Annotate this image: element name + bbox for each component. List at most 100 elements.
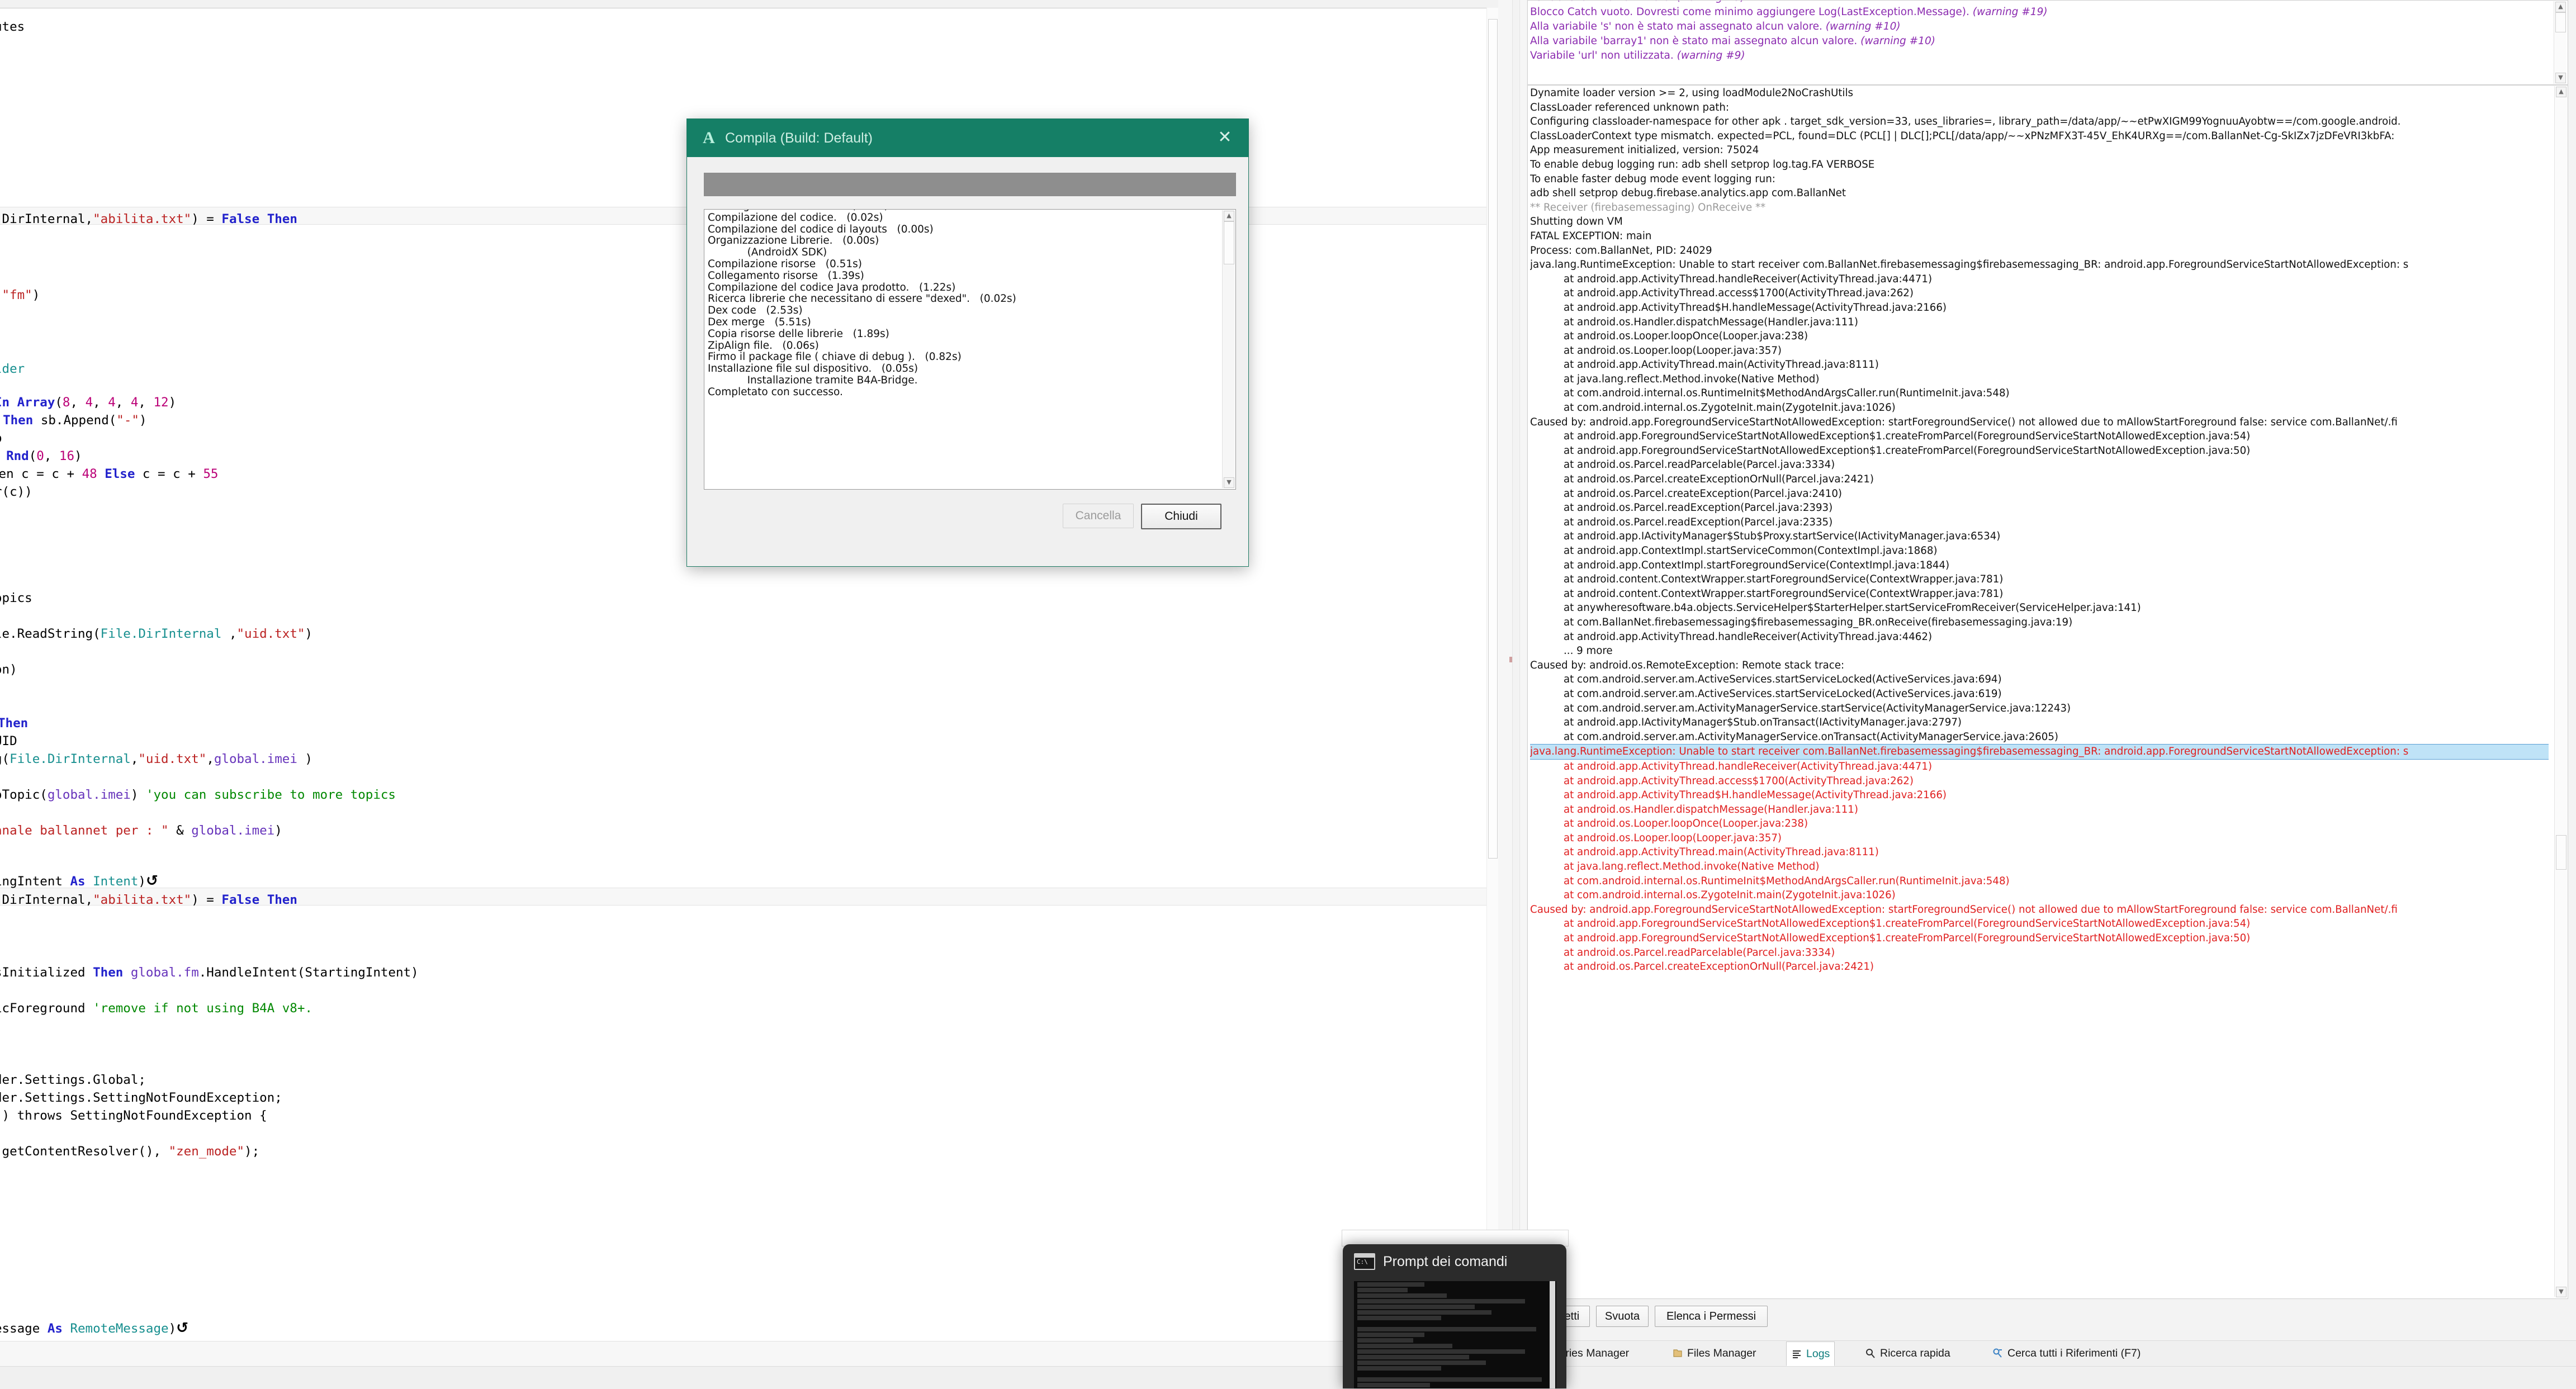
log-row[interactable]: FATAL EXCEPTION: main — [1530, 229, 2549, 244]
log-row[interactable]: at android.app.ActivityThread.main(Activ… — [1530, 358, 2549, 372]
warnings-list[interactable]: Variabile 'url' non utilizzata. (warning… — [1530, 0, 2542, 63]
log-row[interactable]: Caused by: android.app.ForegroundService… — [1530, 415, 2549, 430]
log-row[interactable]: at android.os.Looper.loopOnce(Looper.jav… — [1530, 817, 2549, 831]
list-permissions-button[interactable]: Elenca i Permessi — [1655, 1306, 1768, 1327]
log-row[interactable]: java.lang.RuntimeException: Unable to st… — [1530, 258, 2549, 272]
log-row[interactable]: at android.app.IActivityManager$Stub$Pro… — [1530, 529, 2549, 544]
log-row[interactable]: Configuring classloader-namespace for ot… — [1530, 115, 2549, 129]
log-row[interactable]: Dynamite loader version >= 2, using load… — [1530, 86, 2549, 101]
log-row[interactable]: at android.app.IActivityManager$Stub.onT… — [1530, 715, 2549, 730]
log-row[interactable]: App measurement initialized, version: 75… — [1530, 143, 2549, 158]
log-row[interactable]: at android.app.ForegroundServiceStartNot… — [1530, 917, 2549, 931]
log-row[interactable]: at android.os.Parcel.readException(Parce… — [1530, 501, 2549, 515]
tab-quick-search[interactable]: Ricerca rapida — [1860, 1341, 1955, 1365]
warning-row[interactable]: Blocco Catch vuoto. Dovresti come minimo… — [1530, 5, 2542, 20]
log-row[interactable]: at android.os.Parcel.readException(Parce… — [1530, 515, 2549, 530]
warnings-panel[interactable]: Variabile 'url' non utilizzata. (warning… — [1527, 0, 2568, 85]
log-row[interactable]: at com.android.server.am.ActiveServices.… — [1530, 687, 2549, 701]
log-row[interactable]: ** Receiver (firebasemessaging) OnReceiv… — [1530, 201, 2549, 215]
log-row[interactable]: Shutting down VM — [1530, 215, 2549, 229]
logs-list[interactable]: Dynamite loader version >= 2, using load… — [1530, 86, 2549, 974]
log-row[interactable]: To enable faster debug mode event loggin… — [1530, 172, 2549, 187]
log-row[interactable]: at android.app.ForegroundServiceStartNot… — [1530, 931, 2549, 946]
scrollbar-thumb[interactable] — [2556, 835, 2566, 870]
log-row[interactable]: Process: com.BallanNet, PID: 24029 — [1530, 244, 2549, 258]
log-row[interactable]: To enable debug logging run: adb shell s… — [1530, 158, 2549, 172]
log-row[interactable]: Caused by: android.os.RemoteException: R… — [1530, 658, 2549, 673]
log-row[interactable]: at com.BallanNet.firebasemessaging$fireb… — [1530, 615, 2549, 630]
log-row[interactable]: at android.content.ContextWrapper.startF… — [1530, 572, 2549, 587]
tab-files-manager[interactable]: Files Manager — [1668, 1341, 1761, 1365]
warning-row[interactable]: Alla variabile 'barray1' non è stato mai… — [1530, 34, 2542, 49]
scroll-down-arrow[interactable]: ▼ — [2556, 1287, 2566, 1297]
vertical-splitter[interactable] — [1512, 0, 1520, 1388]
compile-dialog[interactable]: A Compila (Build: Default) ✕ Building fo… — [686, 118, 1249, 567]
close-icon[interactable]: ✕ — [1214, 128, 1236, 148]
log-row[interactable]: at android.os.Handler.dispatchMessage(Ha… — [1530, 803, 2549, 817]
log-row[interactable]: ClassLoader referenced unknown path: — [1530, 101, 2549, 115]
log-row[interactable]: at com.android.server.am.ActiveServices.… — [1530, 672, 2549, 687]
log-row[interactable]: ... 9 more — [1530, 644, 2549, 658]
scroll-up-arrow[interactable]: ▲ — [1224, 211, 1234, 221]
compile-log-box[interactable]: Building folders structure. (0.06s)Compi… — [704, 209, 1236, 490]
log-row[interactable]: at anywheresoftware.b4a.objects.ServiceH… — [1530, 601, 2549, 615]
scroll-up-arrow[interactable]: ▲ — [2555, 2, 2566, 12]
log-row[interactable]: at android.os.Parcel.createException(Par… — [1530, 487, 2549, 501]
log-row[interactable]: at com.android.internal.os.RuntimeInit$M… — [1530, 386, 2549, 401]
warning-row[interactable]: Variabile 'url' non utilizzata. (warning… — [1530, 49, 2542, 63]
tab-logs[interactable]: Logs — [1786, 1341, 1835, 1366]
log-row-selected[interactable]: java.lang.RuntimeException: Unable to st… — [1530, 744, 2549, 760]
logs-scrollbar[interactable]: ▲ ▼ — [2554, 86, 2567, 1297]
log-row[interactable]: at android.app.ContextImpl.startForegrou… — [1530, 558, 2549, 573]
log-row[interactable]: at android.os.Looper.loop(Looper.java:35… — [1530, 831, 2549, 846]
log-row[interactable]: at android.os.Parcel.readParcelable(Parc… — [1530, 946, 2549, 960]
log-row[interactable]: at android.os.Handler.dispatchMessage(Ha… — [1530, 315, 2549, 330]
dialog-title-bar[interactable]: A Compila (Build: Default) ✕ — [687, 119, 1248, 157]
log-row[interactable]: at com.android.server.am.ActivityManager… — [1530, 701, 2549, 716]
log-row[interactable]: at android.os.Parcel.createExceptionOrNu… — [1530, 960, 2549, 974]
log-row[interactable]: at java.lang.reflect.Method.invoke(Nativ… — [1530, 860, 2549, 874]
log-row[interactable]: at android.app.ActivityThread.handleRece… — [1530, 630, 2549, 644]
log-row[interactable]: at com.android.internal.os.RuntimeInit$M… — [1530, 874, 2549, 889]
log-row[interactable]: adb shell setprop debug.firebase.analyti… — [1530, 186, 2549, 201]
log-row[interactable]: at android.app.ActivityThread.handleRece… — [1530, 272, 2549, 287]
log-row[interactable]: at com.android.internal.os.ZygoteInit.ma… — [1530, 888, 2549, 903]
clear-button[interactable]: Svuota — [1596, 1306, 1649, 1327]
log-row[interactable]: at android.os.Looper.loop(Looper.java:35… — [1530, 344, 2549, 358]
log-row[interactable]: at com.android.server.am.ActivityManager… — [1530, 730, 2549, 745]
logs-panel[interactable]: Dynamite loader version >= 2, using load… — [1527, 85, 2568, 1299]
warning-row[interactable]: Variabile 'url' non utilizzata. (warning… — [1530, 0, 2542, 5]
log-row[interactable]: at java.lang.reflect.Method.invoke(Nativ… — [1530, 372, 2549, 387]
log-row[interactable]: at android.content.ContextWrapper.startF… — [1530, 587, 2549, 601]
warnings-scrollbar[interactable]: ▲ ▼ — [2554, 1, 2566, 84]
cancel-button[interactable]: Cancella — [1063, 504, 1134, 528]
log-row[interactable]: at android.app.ForegroundServiceStartNot… — [1530, 429, 2549, 444]
log-row[interactable]: at android.app.ActivityThread$H.handleMe… — [1530, 788, 2549, 803]
code-line: Then — [0, 714, 28, 732]
log-row[interactable]: at android.app.ActivityThread.access$170… — [1530, 774, 2549, 789]
log-row[interactable]: Caused by: android.app.ForegroundService… — [1530, 903, 2549, 917]
scroll-down-arrow[interactable]: ▼ — [2555, 73, 2566, 83]
log-row[interactable]: at android.app.ActivityThread$H.handleMe… — [1530, 301, 2549, 315]
tab-find-all-references[interactable]: Cerca tutti i Riferimenti (F7) — [1988, 1341, 2145, 1365]
scroll-down-arrow[interactable]: ▼ — [1224, 477, 1234, 488]
log-row[interactable]: at com.android.internal.os.ZygoteInit.ma… — [1530, 401, 2549, 415]
log-row[interactable]: ClassLoaderContext type mismatch. expect… — [1530, 129, 2549, 144]
log-row[interactable]: at android.os.Looper.loopOnce(Looper.jav… — [1530, 329, 2549, 344]
scrollbar-thumb[interactable] — [2555, 12, 2566, 32]
log-row[interactable]: at android.app.ActivityThread.main(Activ… — [1530, 845, 2549, 860]
close-button[interactable]: Chiudi — [1141, 504, 1221, 529]
log-row[interactable]: at android.app.ForegroundServiceStartNot… — [1530, 444, 2549, 458]
taskbar-thumbnail-preview[interactable]: C:\ Prompt dei comandi — [1343, 1244, 1566, 1388]
log-row[interactable]: at android.app.ActivityThread.access$170… — [1530, 286, 2549, 301]
compile-log-scrollbar[interactable]: ▲ ▼ — [1222, 210, 1235, 488]
warning-row[interactable]: Alla variabile 's' non è stato mai asseg… — [1530, 20, 2542, 34]
log-row[interactable]: at android.app.ContextImpl.startServiceC… — [1530, 544, 2549, 558]
log-row[interactable]: at android.app.ActivityThread.handleRece… — [1530, 760, 2549, 774]
editor-vertical-scrollbar[interactable] — [1486, 8, 1498, 1377]
scrollbar-thumb[interactable] — [1224, 221, 1234, 264]
scroll-up-arrow[interactable]: ▲ — [2556, 87, 2566, 97]
log-row[interactable]: at android.os.Parcel.readParcelable(Parc… — [1530, 458, 2549, 472]
scrollbar-thumb[interactable] — [1488, 19, 1498, 859]
log-row[interactable]: at android.os.Parcel.createExceptionOrNu… — [1530, 472, 2549, 487]
